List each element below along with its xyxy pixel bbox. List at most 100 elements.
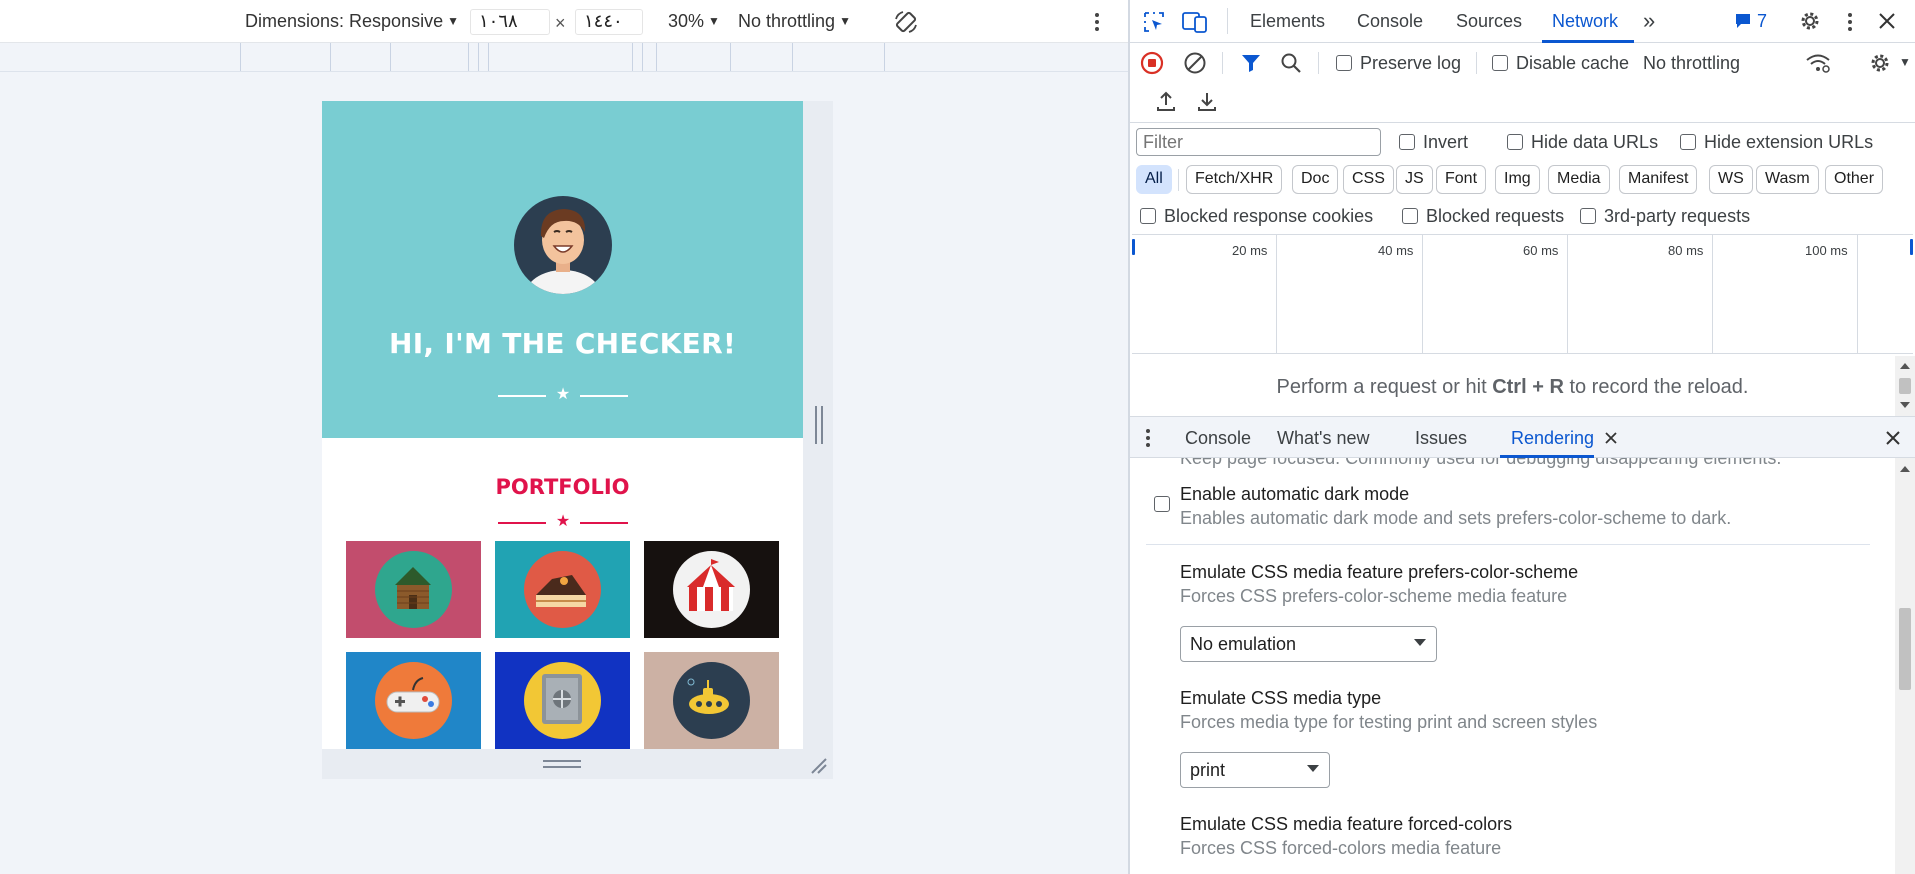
drawer-tab-whats-new[interactable]: What's new xyxy=(1277,428,1369,449)
hide-data-urls-checkbox[interactable]: Hide data URLs xyxy=(1507,132,1658,153)
network-settings-gear-icon[interactable] xyxy=(1868,51,1892,75)
portfolio-tile-controller[interactable] xyxy=(346,652,481,749)
type-filter-media[interactable]: Media xyxy=(1548,165,1610,194)
throttling-dropdown[interactable]: No throttling ▼ xyxy=(738,11,851,32)
emulated-viewport-frame: HI, I'M THE CHECKER! ★ PORTFOLIO ★ xyxy=(322,101,833,779)
import-har-icon[interactable] xyxy=(1155,90,1177,112)
dark-mode-title: Enable automatic dark mode xyxy=(1180,484,1410,504)
media-type-title: Emulate CSS media type xyxy=(1180,688,1382,708)
dimensions-label: Dimensions: Responsive xyxy=(245,11,444,31)
settings-gear-icon[interactable] xyxy=(1798,9,1822,33)
star-icon: ★ xyxy=(555,513,571,530)
more-options-icon[interactable] xyxy=(1842,11,1858,33)
viewport-resize-corner-icon[interactable] xyxy=(809,756,829,776)
type-filter-js[interactable]: JS xyxy=(1396,165,1433,194)
rendering-scrollbar[interactable] xyxy=(1895,458,1915,874)
third-party-requests-checkbox[interactable]: 3rd-party requests xyxy=(1580,206,1750,227)
hide-data-urls-label: Hide data URLs xyxy=(1531,132,1659,152)
rendering-panel: Keep page focused. Commonly used for deb… xyxy=(1130,458,1900,874)
invert-checkbox[interactable]: Invert xyxy=(1399,132,1468,153)
portfolio-tile-circus[interactable] xyxy=(644,541,779,638)
tab-sources[interactable]: Sources xyxy=(1456,11,1522,32)
drawer-menu-icon[interactable] xyxy=(1142,427,1154,449)
prefers-color-scheme-value: No emulation xyxy=(1190,634,1297,654)
type-filter-other[interactable]: Other xyxy=(1825,165,1884,194)
inspect-element-icon[interactable] xyxy=(1142,10,1166,34)
checkbox-icon xyxy=(1402,208,1418,224)
rotate-icon[interactable] xyxy=(893,9,919,35)
preserve-log-label: Preserve log xyxy=(1360,53,1462,73)
dark-mode-checkbox[interactable] xyxy=(1154,496,1170,512)
hero-divider: ★ xyxy=(498,386,628,404)
portfolio-tile-safe[interactable] xyxy=(495,652,630,749)
close-tab-icon[interactable] xyxy=(1604,431,1618,445)
type-filter-css[interactable]: CSS xyxy=(1343,165,1394,194)
network-conditions-icon[interactable] xyxy=(1805,51,1831,75)
timeline-tick-60ms: 60 ms xyxy=(1523,243,1559,258)
type-filter-img[interactable]: Img xyxy=(1495,165,1540,194)
tab-console[interactable]: Console xyxy=(1357,11,1423,32)
network-throttling-dropdown[interactable]: No throttling ▼ xyxy=(1643,53,1911,74)
zoom-dropdown[interactable]: 30% ▼ xyxy=(668,11,720,32)
width-input[interactable]: ١٠٦٨ xyxy=(470,9,550,35)
media-query-ruler[interactable] xyxy=(0,43,1128,72)
preserve-log-checkbox[interactable]: Preserve log xyxy=(1336,53,1461,74)
drawer-tabbar: Console What's new Issues Rendering xyxy=(1130,416,1915,458)
device-toolbar-toggle-icon[interactable] xyxy=(1182,10,1208,34)
stop-recording-icon[interactable] xyxy=(1140,51,1164,75)
dimensions-dropdown[interactable]: Dimensions: Responsive ▼ xyxy=(245,11,459,32)
drawer-tab-issues[interactable]: Issues xyxy=(1415,428,1467,449)
more-tabs-icon[interactable]: » xyxy=(1643,8,1655,34)
device-toolbar: Dimensions: Responsive ▼ ١٠٦٨ × ١٤٤٠ 30% ▼… xyxy=(0,0,1128,43)
viewport-resize-handle-bottom[interactable] xyxy=(543,760,581,768)
more-options-icon[interactable] xyxy=(1089,11,1105,33)
timeline-end-handle[interactable] xyxy=(1910,239,1913,255)
filter-icon[interactable] xyxy=(1240,52,1262,74)
prefers-color-scheme-select[interactable]: No emulation xyxy=(1180,626,1437,662)
reload-shortcut: Ctrl + R xyxy=(1492,376,1564,398)
export-har-icon[interactable] xyxy=(1196,90,1218,112)
hide-extension-urls-checkbox[interactable]: Hide extension URLs xyxy=(1680,132,1873,153)
checkbox-icon xyxy=(1580,208,1596,224)
type-filter-all[interactable]: All xyxy=(1136,165,1172,194)
filter-input[interactable] xyxy=(1136,128,1381,156)
close-drawer-icon[interactable] xyxy=(1885,430,1901,446)
issues-counter[interactable]: 7 xyxy=(1734,11,1767,32)
hero-section: HI, I'M THE CHECKER! ★ xyxy=(322,101,803,438)
network-timeline-overview[interactable]: 20 ms 40 ms 60 ms 80 ms 100 ms xyxy=(1132,234,1913,354)
media-type-select[interactable]: print xyxy=(1180,752,1330,788)
portfolio-tile-submarine[interactable] xyxy=(644,652,779,749)
close-devtools-icon[interactable] xyxy=(1878,12,1896,30)
search-icon[interactable] xyxy=(1280,52,1302,74)
timeline-start-handle[interactable] xyxy=(1132,239,1135,255)
hide-extension-urls-label: Hide extension URLs xyxy=(1704,132,1874,152)
type-filter-font[interactable]: Font xyxy=(1436,165,1487,194)
blocked-requests-checkbox[interactable]: Blocked requests xyxy=(1402,206,1564,227)
network-scrollbar[interactable] xyxy=(1895,356,1915,416)
portfolio-tile-cabin[interactable] xyxy=(346,541,481,638)
prefers-color-scheme-desc: Forces CSS prefers-color-scheme media fe… xyxy=(1180,586,1568,606)
type-filter-fetch-xhr[interactable]: Fetch/XHR xyxy=(1186,165,1283,194)
drawer-tab-console[interactable]: Console xyxy=(1185,428,1251,449)
portfolio-tile-cake[interactable] xyxy=(495,541,630,638)
disable-cache-checkbox[interactable]: Disable cache xyxy=(1492,53,1629,74)
media-type-value: print xyxy=(1190,760,1226,780)
tab-elements[interactable]: Elements xyxy=(1250,11,1325,32)
viewport-resize-handle-right[interactable] xyxy=(815,406,823,444)
height-input[interactable]: ١٤٤٠ xyxy=(575,9,643,35)
empty-message-after: to record the reload. xyxy=(1563,376,1749,398)
clear-icon[interactable] xyxy=(1183,51,1207,75)
devtools-tabbar: Elements Console Sources Network » 7 xyxy=(1130,0,1915,43)
active-tab-indicator xyxy=(1542,40,1634,43)
tab-network[interactable]: Network xyxy=(1552,11,1618,32)
blocked-response-cookies-checkbox[interactable]: Blocked response cookies xyxy=(1140,206,1373,227)
drawer-tab-rendering[interactable]: Rendering xyxy=(1511,428,1594,449)
type-filter-ws[interactable]: WS xyxy=(1709,165,1753,194)
network-empty-message: Perform a request or hit Ctrl + R to rec… xyxy=(1130,376,1895,399)
type-filter-manifest[interactable]: Manifest xyxy=(1619,165,1698,194)
checkbox-icon xyxy=(1336,55,1352,71)
third-party-requests-label: 3rd-party requests xyxy=(1604,206,1751,226)
submarine-icon xyxy=(673,662,750,739)
type-filter-wasm[interactable]: Wasm xyxy=(1756,165,1819,194)
type-filter-doc[interactable]: Doc xyxy=(1292,165,1339,194)
